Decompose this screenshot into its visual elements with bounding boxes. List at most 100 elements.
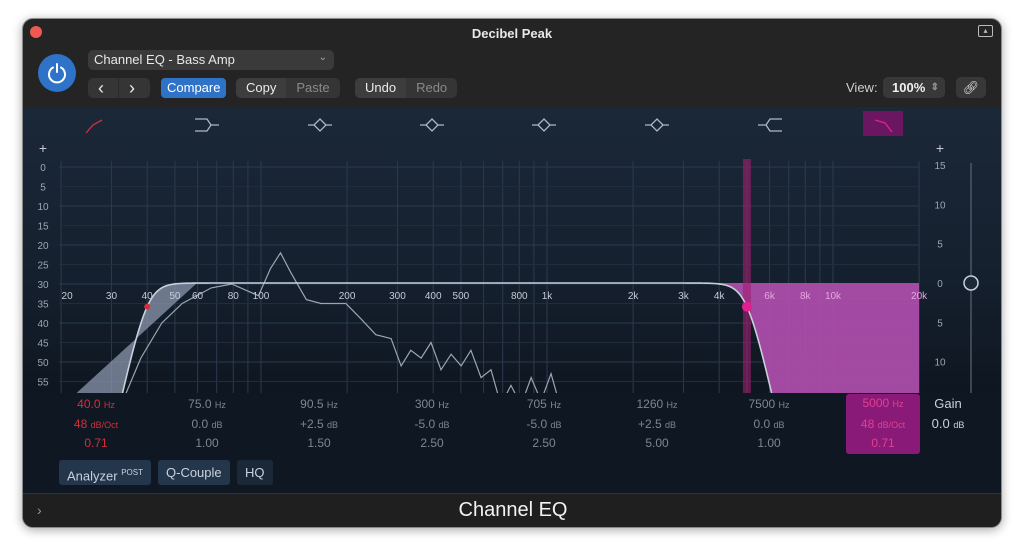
hq-button[interactable]: HQ: [237, 460, 273, 485]
bell-4-band-icon[interactable]: [645, 118, 669, 132]
band-gain[interactable]: +2.5 dB: [607, 415, 707, 436]
band-unit: dB: [327, 419, 339, 430]
freq-label: 6k: [764, 291, 776, 302]
band-value: 5.00: [645, 436, 669, 450]
band-gain[interactable]: +2.5 dB: [269, 415, 369, 436]
bell-3-band-icon[interactable]: [532, 118, 556, 132]
band-value: 40.0: [77, 397, 101, 411]
add-band-left-button[interactable]: +: [39, 140, 47, 156]
band-gain[interactable]: 48 dB/Oct: [846, 414, 920, 435]
view-zoom-select[interactable]: 100% ⇕: [883, 77, 945, 98]
analyzer-scale-label: 40: [37, 319, 49, 330]
analyzer-post-label: POST: [121, 468, 143, 477]
preset-dropdown[interactable]: Channel EQ - Bass Amp ⌄: [88, 50, 334, 70]
band-frequency[interactable]: 75.0 Hz: [157, 395, 257, 416]
redo-button[interactable]: Redo: [406, 78, 457, 98]
preset-label: Channel EQ - Bass Amp: [94, 52, 235, 67]
gain-scale-label: 5: [937, 240, 943, 251]
band-value: 75.0: [188, 397, 212, 411]
bell-1-band-icon[interactable]: [308, 118, 332, 132]
freq-label: 50: [169, 291, 181, 302]
band-gain[interactable]: 0.0 dB: [719, 415, 819, 436]
freq-label: 2k: [628, 291, 640, 302]
analyzer-scale-label: 55: [37, 378, 49, 389]
undo-redo-group: Undo Redo: [355, 78, 458, 98]
band-unit: Hz: [438, 400, 450, 410]
analyzer-scale-label: 45: [37, 339, 49, 350]
eq-graph[interactable]: 20 30 40 50 60 80 100 200 300 400 500 800 1k 2k 3k 4k 6k…: [23, 107, 1002, 410]
band-unit: Hz: [326, 400, 338, 410]
band-unit: Hz: [666, 400, 678, 410]
band-gain[interactable]: -5.0 dB: [382, 415, 482, 436]
band-frequency[interactable]: 40.0 Hz: [46, 395, 146, 416]
freq-label: 20: [62, 291, 74, 302]
lowshelf-band-icon[interactable]: [195, 118, 219, 132]
band-value: 0.0: [191, 416, 209, 431]
band-value: 1.00: [757, 436, 781, 450]
q-couple-button[interactable]: Q-Couple: [158, 460, 230, 485]
analyzer-label: Analyzer: [67, 468, 118, 484]
band-value: -5.0: [526, 416, 548, 431]
gain-scale-label: 10: [934, 200, 946, 211]
band-value: 1260: [636, 397, 664, 411]
freq-label: 8k: [800, 291, 812, 302]
eq-graph-canvas[interactable]: 20 30 40 50 60 80 100 200 300 400 500 800 1k 2k 3k 4k 6k…: [23, 107, 1002, 410]
freq-label: 400: [425, 291, 442, 302]
band-gain[interactable]: 48 dB/Oct: [46, 415, 146, 436]
band-value: 0.0: [753, 416, 771, 431]
analyzer-scale-label: 50: [37, 358, 49, 369]
undo-button[interactable]: Undo: [355, 78, 407, 98]
lowcut-handle: [144, 303, 151, 310]
lowcut-band-icon[interactable]: [85, 119, 103, 134]
highshelf-band-icon[interactable]: [758, 118, 782, 132]
band-frequency[interactable]: 705 Hz: [494, 395, 594, 416]
selected-band-marker: [742, 159, 751, 409]
add-band-right-button[interactable]: +: [936, 140, 944, 156]
analyzer-scale-label: 20: [37, 241, 49, 252]
power-button[interactable]: [38, 54, 76, 92]
gain-scale-label: 10: [934, 358, 946, 369]
band-gain[interactable]: -5.0 dB: [494, 415, 594, 436]
band-q[interactable]: 1.00: [157, 434, 257, 454]
band-value: 0.71: [84, 436, 108, 450]
band-unit: dB: [438, 419, 450, 430]
band-frequency[interactable]: 300 Hz: [382, 395, 482, 416]
band-unit: dB/Oct: [877, 419, 906, 430]
gain-value[interactable]: 0.0 dB: [913, 414, 983, 436]
compare-button[interactable]: Compare: [161, 78, 227, 98]
band-value: 2.50: [532, 436, 556, 450]
band-q[interactable]: 2.50: [494, 434, 594, 454]
band-value: 300: [414, 397, 435, 411]
expand-icon[interactable]: ▴: [978, 25, 993, 37]
band-q[interactable]: 2.50: [382, 434, 482, 454]
band-q[interactable]: 5.00: [607, 434, 707, 454]
paste-button[interactable]: Paste: [286, 78, 339, 98]
gain-slider-knob[interactable]: [963, 275, 979, 291]
freq-label: 800: [511, 291, 528, 302]
band-q[interactable]: 0.71: [46, 434, 146, 454]
link-icon: 🔗︎: [962, 80, 980, 95]
freq-label: 1k: [542, 291, 554, 302]
previous-preset-button[interactable]: ‹: [88, 78, 119, 98]
freq-label: 60: [192, 291, 204, 302]
preset-nav: ‹ ›: [88, 78, 150, 98]
band-frequency[interactable]: 90.5 Hz: [269, 395, 369, 416]
analyzer-scale-label: 15: [37, 222, 49, 233]
band-frequency[interactable]: 1260 Hz: [607, 395, 707, 416]
band-value: 1.50: [307, 436, 331, 450]
next-preset-button[interactable]: ›: [119, 78, 150, 98]
band-gain[interactable]: 0.0 dB: [157, 415, 257, 436]
analyzer-button[interactable]: Analyzer POST: [59, 460, 151, 485]
band-value: -5.0: [414, 416, 436, 431]
band-q[interactable]: 1.50: [269, 434, 369, 454]
band-frequency[interactable]: 5000 Hz: [846, 394, 920, 415]
band-q[interactable]: 0.71: [846, 434, 920, 454]
highcut-band-selected-bg: [863, 111, 903, 136]
band-frequency[interactable]: 7500 Hz: [719, 395, 819, 416]
copy-button[interactable]: Copy: [236, 78, 287, 98]
gain-label: Gain: [934, 396, 962, 411]
band-q[interactable]: 1.00: [719, 434, 819, 454]
link-button[interactable]: 🔗︎: [956, 77, 986, 98]
band-unit: dB: [550, 419, 562, 430]
bell-2-band-icon[interactable]: [420, 118, 444, 132]
